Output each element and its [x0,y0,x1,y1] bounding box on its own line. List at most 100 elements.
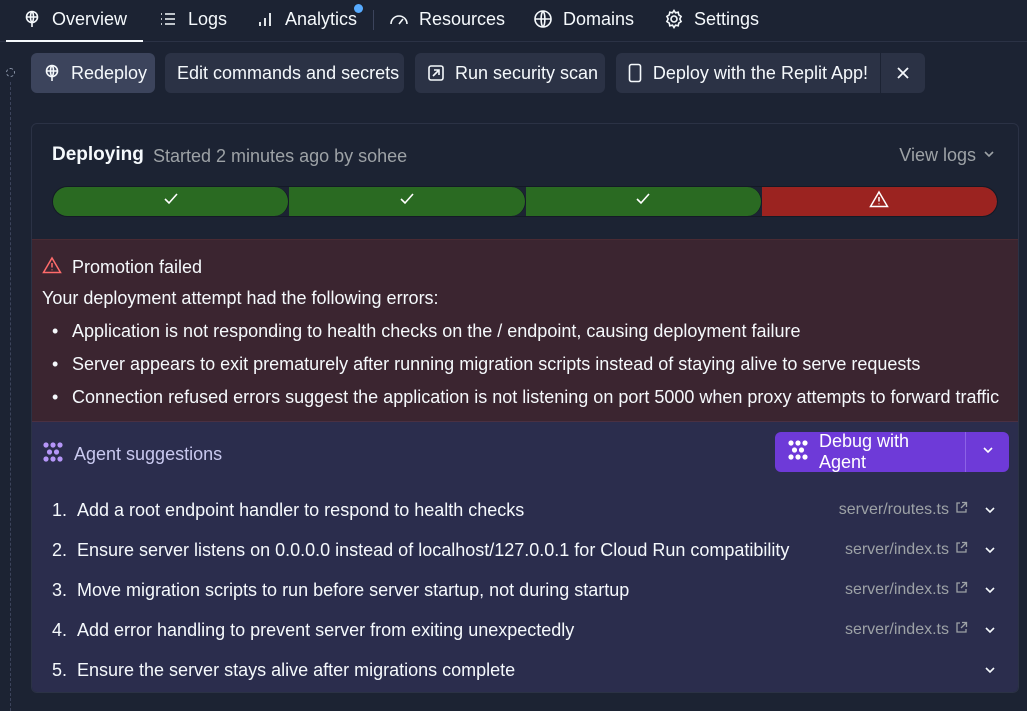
deployment-card: Deploying Started 2 minutes ago by sohee… [31,123,1019,693]
deploy-progress-bar [52,186,998,217]
suggestion-item[interactable]: 2. Ensure server listens on 0.0.0.0 inst… [32,530,1018,570]
tab-settings[interactable]: Settings [664,0,759,38]
debug-with-agent-button[interactable]: Debug with Agent [775,431,1009,472]
progress-stage-build [53,187,290,216]
tab-label: Resources [419,8,506,29]
suggestion-item[interactable]: 3. Move migration scripts to run before … [32,570,1018,610]
error-list: Application is not responding to health … [42,320,999,419]
error-item: Connection refused errors suggest the ap… [42,386,999,419]
gauge-icon [389,9,409,29]
suggestion-text: Ensure server listens on 0.0.0.0 instead… [77,539,790,560]
error-header: Promotion failed [42,256,202,279]
tab-label: Settings [694,8,760,29]
expand-chevron-icon[interactable] [982,542,998,558]
tab-logs[interactable]: Logs [158,0,227,38]
timeline-dot [6,68,15,77]
external-arrow-icon [427,63,445,83]
progress-stage-promote [761,187,997,216]
progress-stage-bundle [289,187,526,216]
suggestion-file-link[interactable]: server/index.ts [845,621,968,639]
file-path: server/index.ts [844,581,949,598]
agent-icon [787,439,809,466]
suggestion-file-link[interactable]: server/index.ts [845,541,968,559]
error-item: Application is not responding to health … [42,320,999,353]
suggestion-text: Ensure the server stays alive after migr… [77,659,516,680]
check-icon [399,192,415,211]
deployment-status: Deploying [52,144,144,165]
globe-pin-icon [43,63,61,83]
agent-suggestions-panel: Agent suggestions Debug with Agent 1. Ad… [32,422,1018,692]
chevron-down-icon [982,145,996,166]
edit-commands-label: Edit commands and secrets [177,62,400,83]
tab-label: Overview [52,8,128,29]
check-icon [163,192,179,211]
suggestion-text: Move migration scripts to run before ser… [77,579,630,600]
suggestions-header: Agent suggestions [42,441,222,468]
suggestion-text: Add error handling to prevent server fro… [77,619,575,640]
tab-divider [373,10,374,30]
globe-pin-icon [22,9,42,29]
external-link-icon [955,581,968,599]
suggestion-file-link[interactable]: server/index.ts [845,581,968,599]
error-item: Server appears to exit prematurely after… [42,353,999,386]
deployment-started: Started 2 minutes ago by sohee [153,146,408,166]
debug-main-action[interactable]: Debug with Agent [775,431,966,472]
tab-overview[interactable]: Overview [5,0,144,42]
globe-icon [533,9,553,29]
suggestions-title: Agent suggestions [74,444,223,464]
security-scan-label: Run security scan [455,62,599,83]
debug-options-dropdown[interactable] [966,432,1009,472]
external-link-icon [955,621,968,639]
redeploy-label: Redeploy [71,62,148,83]
suggestion-item[interactable]: 1. Add a root endpoint handler to respon… [32,490,1018,530]
error-intro: Your deployment attempt had the followin… [42,288,439,308]
timeline-line [10,82,11,711]
suggestion-number: 1. [52,499,68,520]
redeploy-button[interactable]: Redeploy [31,53,155,93]
expand-chevron-icon[interactable] [982,502,998,518]
expand-chevron-icon[interactable] [982,662,998,678]
view-logs-label: View logs [899,145,976,165]
suggestion-number: 2. [52,539,68,560]
expand-chevron-icon[interactable] [982,622,998,638]
list-icon [158,9,178,29]
tab-label: Analytics [285,8,358,29]
file-path: server/routes.ts [838,501,949,518]
chevron-down-icon [981,443,995,462]
warning-icon [42,256,62,279]
bar-chart-icon [255,9,275,29]
progress-stage-push [525,187,762,216]
check-icon [635,192,651,211]
edit-commands-button[interactable]: Edit commands and secrets [165,53,404,93]
suggestion-number: 4. [52,619,68,640]
security-scan-button[interactable]: Run security scan [415,53,605,93]
view-logs-button[interactable]: View logs [899,145,996,166]
notification-dot [354,4,363,13]
external-link-icon [955,501,968,519]
warning-icon [869,190,890,213]
gear-icon [664,9,684,29]
phone-icon [628,63,643,83]
tab-label: Logs [188,8,228,29]
tab-resources[interactable]: Resources [389,0,505,38]
expand-chevron-icon[interactable] [982,582,998,598]
suggestion-file-link[interactable]: server/routes.ts [839,501,968,519]
external-link-icon [955,541,968,559]
suggestion-number: 5. [52,659,68,680]
deploy-app-label: Deploy with the Replit App! [652,62,868,83]
file-path: server/index.ts [844,621,949,638]
tab-analytics[interactable]: Analytics [255,0,357,38]
deploy-app-button[interactable]: Deploy with the Replit App! [616,53,880,93]
suggestions-list: 1. Add a root endpoint handler to respon… [32,490,1018,690]
tab-domains[interactable]: Domains [533,0,634,38]
file-path: server/index.ts [844,541,949,558]
close-icon [893,63,913,83]
dismiss-button[interactable] [881,53,925,93]
tab-label: Domains [563,8,635,29]
suggestion-number: 3. [52,579,68,600]
suggestion-item[interactable]: 4. Add error handling to prevent server … [32,610,1018,650]
suggestion-item[interactable]: 5. Ensure the server stays alive after m… [32,650,1018,690]
suggestion-text: Add a root endpoint handler to respond t… [77,499,525,520]
error-panel: Promotion failed Your deployment attempt… [32,239,1018,422]
tab-bar: Overview Logs Analytics Resources Domain… [0,0,1027,42]
